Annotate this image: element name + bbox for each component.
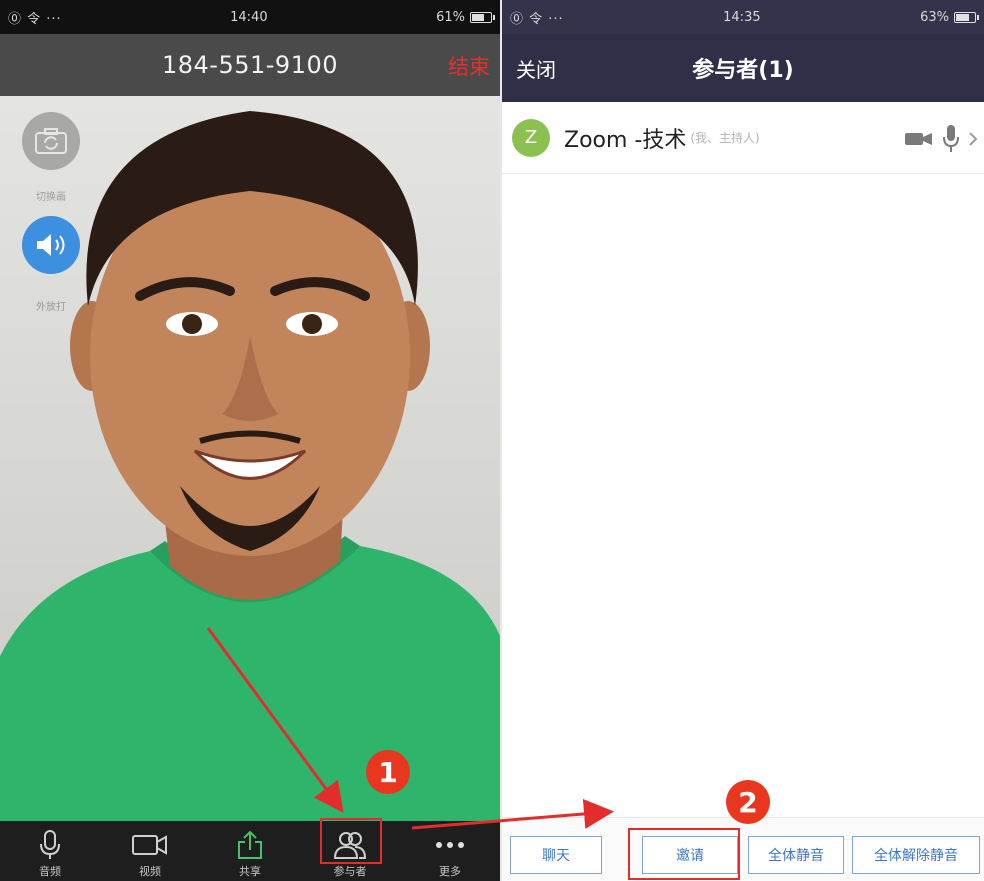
invite-highlight-box (628, 828, 740, 880)
speaker-button[interactable] (22, 216, 80, 274)
participants-highlight-box (320, 818, 382, 864)
close-button[interactable]: 关闭 (516, 54, 556, 83)
status-bar: ⓪ 令 ··· 14:35 63% (502, 0, 984, 34)
microphone-icon (39, 829, 61, 861)
battery-percent: 61% (436, 9, 465, 25)
switch-camera-button[interactable] (22, 112, 80, 170)
participants-screen: ⓪ 令 ··· 14:35 63% 参与者(1) 关闭 Z Zoom -技术 (… (500, 0, 984, 881)
audio-label: 音频 (39, 865, 61, 878)
share-label: 共享 (239, 865, 261, 878)
share-button[interactable]: 共享 (200, 821, 300, 881)
video-feed: 切换画 外放打 (0, 96, 500, 821)
participants-label: 参与者 (333, 865, 367, 878)
step-1-marker: 1 (366, 750, 410, 794)
battery-icon (954, 11, 979, 23)
more-button[interactable]: 更多 (400, 821, 500, 881)
participant-video-image (0, 111, 500, 821)
participants-footer: 聊天 邀请 全体静音 全体解除静音 (502, 817, 984, 881)
signal-indicators: ⓪ 令 ··· (8, 11, 62, 27)
call-header: 184-551-9100 结束 (0, 34, 500, 96)
audio-button[interactable]: 音频 (0, 821, 100, 881)
status-time: 14:40 (230, 9, 268, 25)
meeting-toolbar: 音频 视频 共享 参与者 更多 (0, 821, 500, 881)
camera-switch-icon (35, 128, 67, 154)
more-label: 更多 (439, 865, 461, 878)
signal-indicators: ⓪ 令 ··· (510, 11, 564, 27)
meeting-screen: ⓪ 令 ··· 14:40 61% 184-551-9100 结束 切换画 外放… (0, 0, 500, 881)
participant-row[interactable]: Z Zoom -技术 (我、主持人) (502, 102, 984, 174)
participant-name: Zoom -技术 (564, 127, 687, 153)
battery-indicator: 61% (436, 9, 495, 25)
participant-role: (我、主持人) (690, 131, 760, 145)
battery-indicator: 63% (920, 9, 979, 25)
chat-button[interactable]: 聊天 (510, 836, 602, 874)
switch-camera-label: 切换画 (36, 192, 66, 203)
battery-icon (470, 11, 495, 23)
speaker-icon (37, 234, 65, 256)
battery-percent: 63% (920, 9, 949, 25)
microphone-icon (943, 125, 959, 152)
status-bar: ⓪ 令 ··· 14:40 61% (0, 0, 500, 34)
participants-header: 参与者(1) 关闭 (502, 34, 984, 102)
step-2-marker: 2 (726, 780, 770, 824)
chevron-right-icon (969, 132, 978, 146)
avatar: Z (512, 118, 550, 157)
video-camera-icon (132, 829, 168, 861)
video-button[interactable]: 视频 (100, 821, 200, 881)
end-meeting-button[interactable]: 结束 (448, 51, 490, 81)
meeting-number: 184-551-9100 (161, 51, 338, 79)
unmute-all-button[interactable]: 全体解除静音 (852, 836, 980, 874)
more-dots-icon (435, 829, 465, 861)
share-upload-icon (237, 829, 263, 861)
status-time: 14:35 (723, 9, 761, 25)
page-title: 参与者(1) (692, 58, 794, 83)
video-camera-icon (905, 133, 932, 145)
video-label: 视频 (139, 865, 161, 878)
speaker-label: 外放打 (36, 302, 66, 313)
mute-all-button[interactable]: 全体静音 (748, 836, 844, 874)
participant-status-icons (904, 124, 978, 154)
